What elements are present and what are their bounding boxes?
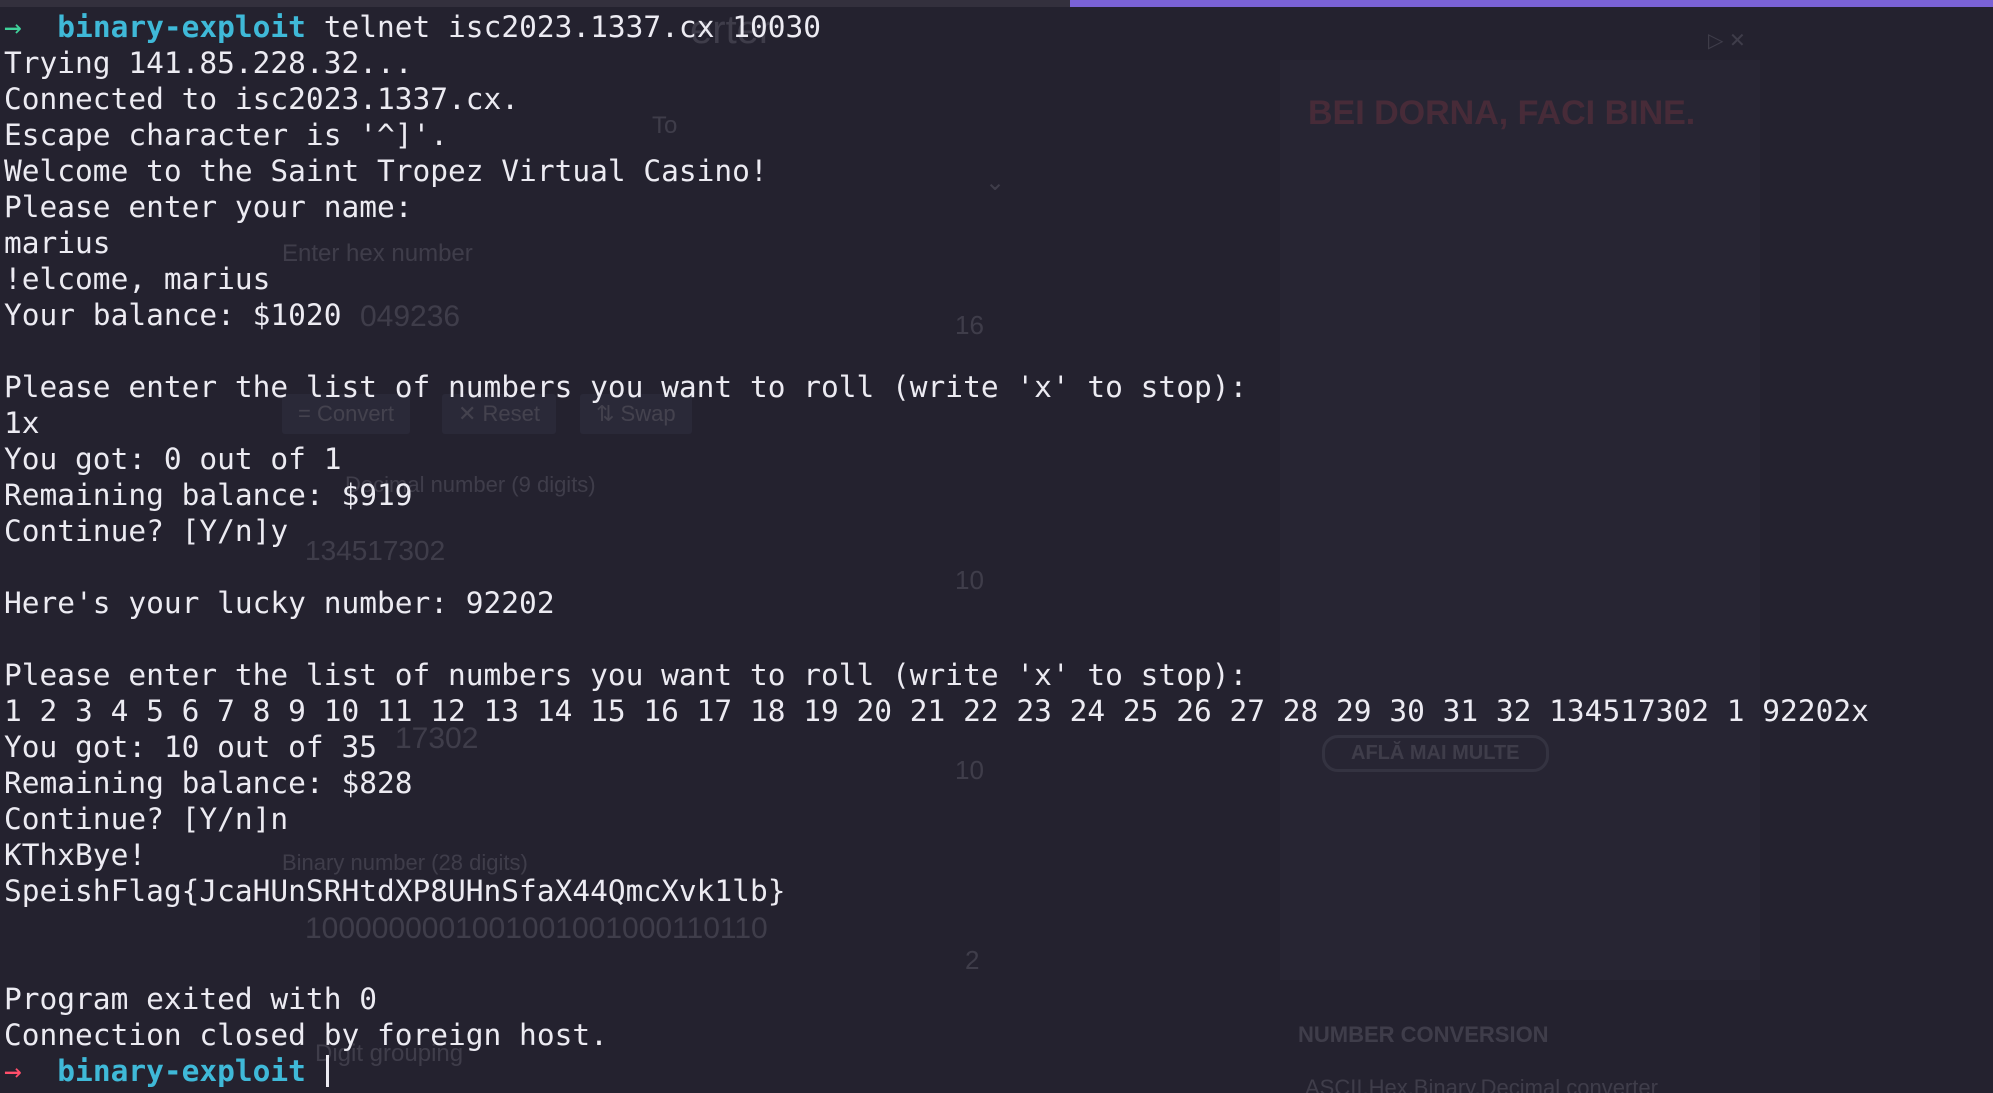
- output-line: Escape character is '^]'.: [4, 118, 449, 152]
- command-text: telnet isc2023.1337.cx 10030: [323, 10, 822, 44]
- output-line: 1x: [4, 406, 40, 440]
- output-line: Please enter your name:: [4, 190, 413, 224]
- output-line: Trying 141.85.228.32...: [4, 46, 413, 80]
- output-line: Here's your lucky number: 92202: [4, 586, 555, 620]
- output-line: Welcome to the Saint Tropez Virtual Casi…: [4, 154, 768, 188]
- terminal-window: erter To ⌄ Enter hex number 049236 16 = …: [0, 0, 1993, 1093]
- output-line: Please enter the list of numbers you wan…: [4, 658, 1248, 692]
- output-line: Connection closed by foreign host.: [4, 1018, 608, 1052]
- text-cursor[interactable]: [325, 1055, 329, 1087]
- prompt-directory: binary-exploit: [57, 10, 306, 44]
- output-line: You got: 10 out of 35: [4, 730, 377, 764]
- output-line: Continue? [Y/n]y: [4, 514, 289, 548]
- output-line: Remaining balance: $919: [4, 478, 413, 512]
- prompt-arrow-icon: →: [4, 10, 22, 44]
- active-prompt-line[interactable]: → binary-exploit: [4, 1053, 1869, 1089]
- output-line: Program exited with 0: [4, 982, 377, 1016]
- output-line: KThxBye!: [4, 838, 147, 872]
- output-line: You got: 0 out of 1: [4, 442, 342, 476]
- output-line: Connected to isc2023.1337.cx.: [4, 82, 520, 116]
- flag-line: SpeishFlag{JcaHUnSRHtdXP8UHnSfaX44QmcXvk…: [4, 874, 786, 908]
- output-line: Continue? [Y/n]n: [4, 802, 289, 836]
- output-line: Remaining balance: $828: [4, 766, 413, 800]
- output-line: 1 2 3 4 5 6 7 8 9 10 11 12 13 14 15 16 1…: [4, 694, 1869, 728]
- output-line: marius: [4, 226, 111, 260]
- output-line: Your balance: $1020: [4, 298, 342, 332]
- output-line: !elcome, marius: [4, 262, 271, 296]
- terminal-output: → binary-exploit telnet isc2023.1337.cx …: [4, 9, 1869, 1089]
- prompt-arrow-icon: →: [4, 1054, 22, 1088]
- prompt-directory: binary-exploit: [57, 1054, 306, 1088]
- output-line: Please enter the list of numbers you wan…: [4, 370, 1248, 404]
- prompt-line: → binary-exploit telnet isc2023.1337.cx …: [4, 9, 1869, 45]
